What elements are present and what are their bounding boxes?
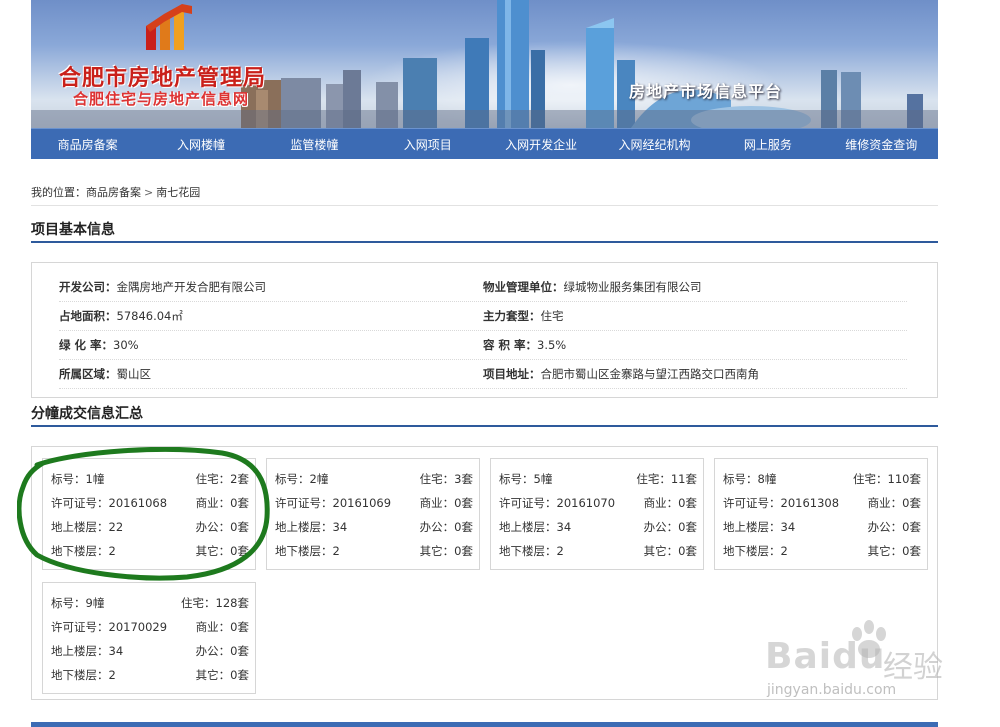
card-row: 地下楼层：2 其它：0套 [723,544,921,558]
card-row: 许可证号：20161068 商业：0套 [51,496,249,510]
card-row: 许可证号：20161308 商业：0套 [723,496,921,510]
building-card[interactable]: 标号：1幢 住宅：2套 许可证号：20161068 商业：0套 地上楼层：22 办公：… [42,458,256,570]
building-card[interactable]: 标号：9幢 住宅：128套 许可证号：20170029 商业：0套 地上楼层：34 办… [42,582,256,694]
card-row: 地上楼层：34 办公：0套 [51,644,249,658]
info-greening-rate: 绿 化 率：30% [59,338,139,352]
info-row: 开发公司：金隅房地产开发合肥有限公司 物业管理单位：绿城物业服务集团有限公司 [59,273,907,302]
info-main-unit-type: 主力套型：住宅 [483,309,564,323]
nav-item-supervised-buildings[interactable]: 监管楼幢 [258,136,371,153]
info-district: 所属区域：蜀山区 [59,367,151,381]
project-info-panel: 开发公司：金隅房地产开发合肥有限公司 物业管理单位：绿城物业服务集团有限公司 占… [31,262,938,398]
info-developer: 开发公司：金隅房地产开发合肥有限公司 [59,280,266,294]
card-row: 许可证号：20161069 商业：0套 [275,496,473,510]
card-row: 许可证号：20161070 商业：0套 [499,496,697,510]
breadcrumb: 我的位置：商品房备案 > 南七花园 [31,184,200,200]
card-row: 地下楼层：2 其它：0套 [275,544,473,558]
section-rule [31,425,938,427]
card-row: 标号：8幢 住宅：110套 [723,472,921,486]
card-row: 地上楼层：34 办公：0套 [723,520,921,534]
nav-item-brokers[interactable]: 入网经纪机构 [598,136,711,153]
section-title-building-summary: 分幢成交信息汇总 [31,406,143,422]
card-row: 标号：9幢 住宅：128套 [51,596,249,610]
section-rule [31,241,938,243]
info-address: 项目地址：合肥市蜀山区金寨路与望江西路交口西南角 [483,367,759,381]
card-row: 标号：5幢 住宅：11套 [499,472,697,486]
footer-bar [31,722,938,727]
card-row: 地下楼层：2 其它：0套 [51,544,249,558]
org-subtitle: 合肥住宅与房地产信息网 [73,90,250,108]
nav-item-maintenance-fund[interactable]: 维修资金查询 [825,136,938,153]
card-row: 地下楼层：2 其它：0套 [499,544,697,558]
nav-item-registered-projects[interactable]: 入网项目 [371,136,484,153]
building-card[interactable]: 标号：8幢 住宅：110套 许可证号：20161308 商业：0套 地上楼层：34 办… [714,458,928,570]
building-card[interactable]: 标号：2幢 住宅：3套 许可证号：20161069 商业：0套 地上楼层：34 办公：… [266,458,480,570]
card-row: 许可证号：20170029 商业：0套 [51,620,249,634]
card-row: 地上楼层：34 办公：0套 [275,520,473,534]
site-banner: 合肥市房地产管理局 合肥住宅与房地产信息网 房地产市场信息平台 [31,0,938,128]
card-row: 地上楼层：22 办公：0套 [51,520,249,534]
card-row: 标号：1幢 住宅：2套 [51,472,249,486]
info-row: 所属区域：蜀山区 项目地址：合肥市蜀山区金寨路与望江西路交口西南角 [59,360,907,389]
info-row: 占地面积：57846.04㎡ 主力套型：住宅 [59,302,907,331]
info-plot-ratio: 容 积 率：3.5% [483,338,567,352]
info-row: 绿 化 率：30% 容 积 率：3.5% [59,331,907,360]
platform-title: 房地产市场信息平台 [629,82,783,101]
building-card[interactable]: 标号：5幢 住宅：11套 许可证号：20161070 商业：0套 地上楼层：34 办公… [490,458,704,570]
breadcrumb-prefix: 我的位置： [31,186,86,199]
nav-item-registered-buildings[interactable]: 入网楼幢 [144,136,257,153]
breadcrumb-link-commercial-filing[interactable]: 商品房备案 [86,186,141,199]
breadcrumb-current: 南七花园 [156,186,201,199]
main-nav: 商品房备案 入网楼幢 监管楼幢 入网项目 入网开发企业 入网经纪机构 网上服务 … [31,128,938,159]
logo-mark-icon [146,4,192,50]
divider [31,205,938,206]
breadcrumb-separator: > [144,186,154,199]
info-land-area: 占地面积：57846.04㎡ [59,309,183,323]
info-property-manager: 物业管理单位：绿城物业服务集团有限公司 [483,280,702,294]
card-row: 标号：2幢 住宅：3套 [275,472,473,486]
card-row: 地上楼层：34 办公：0套 [499,520,697,534]
nav-item-developers[interactable]: 入网开发企业 [485,136,598,153]
nav-item-commercial-filing[interactable]: 商品房备案 [31,136,144,153]
section-title-project-info: 项目基本信息 [31,222,115,238]
card-row: 地下楼层：2 其它：0套 [51,668,249,682]
nav-item-online-services[interactable]: 网上服务 [711,136,824,153]
